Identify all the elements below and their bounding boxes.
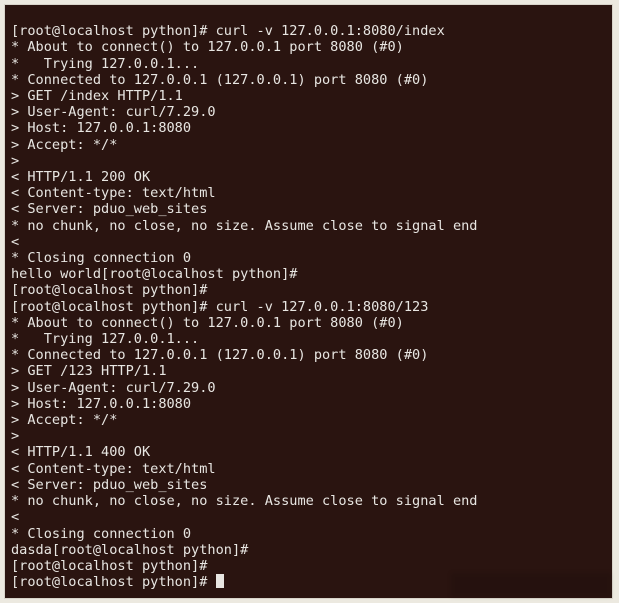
prompt: [root@localhost python]#	[11, 574, 216, 590]
prompt: [root@localhost python]#	[11, 282, 216, 298]
prompt-line: [root@localhost python]# curl -v 127.0.0…	[11, 299, 428, 315]
curl-request: > Host: 127.0.0.1:8080	[11, 120, 191, 136]
prompt: [root@localhost python]#	[101, 266, 306, 282]
command-text: curl -v 127.0.0.1:8080/index	[216, 23, 445, 39]
window-frame: [root@localhost python]# curl -v 127.0.0…	[0, 0, 619, 603]
cursor-block-icon	[216, 574, 224, 588]
curl-output: * no chunk, no close, no size. Assume cl…	[11, 493, 478, 509]
curl-response: < Server: pduo_web_sites	[11, 201, 207, 217]
prompt: [root@localhost python]#	[11, 23, 216, 39]
curl-response: < Content-type: text/html	[11, 185, 216, 201]
response-body-line: dasda[root@localhost python]#	[11, 542, 257, 558]
response-body-line: hello world[root@localhost python]#	[11, 266, 306, 282]
prompt: [root@localhost python]#	[11, 558, 216, 574]
curl-response: < HTTP/1.1 400 OK	[11, 444, 150, 460]
prompt: [root@localhost python]#	[11, 299, 216, 315]
prompt-line: [root@localhost python]# curl -v 127.0.0…	[11, 23, 445, 39]
prompt-line: [root@localhost python]#	[11, 282, 216, 298]
curl-request: > Accept: */*	[11, 137, 117, 153]
curl-output: * About to connect() to 127.0.0.1 port 8…	[11, 315, 404, 331]
prompt-line: [root@localhost python]#	[11, 558, 216, 574]
curl-request: >	[11, 153, 19, 169]
curl-output: * Closing connection 0	[11, 250, 191, 266]
curl-request: > User-Agent: curl/7.29.0	[11, 104, 216, 120]
curl-request: >	[11, 428, 19, 444]
curl-request: > User-Agent: curl/7.29.0	[11, 380, 216, 396]
curl-output: * Closing connection 0	[11, 526, 191, 542]
curl-output: * Trying 127.0.0.1...	[11, 331, 199, 347]
curl-response: <	[11, 509, 19, 525]
prompt-line: [root@localhost python]#	[11, 574, 224, 590]
curl-response: <	[11, 234, 19, 250]
curl-request: > GET /123 HTTP/1.1	[11, 363, 167, 379]
prompt: [root@localhost python]#	[52, 542, 257, 558]
curl-output: * About to connect() to 127.0.0.1 port 8…	[11, 39, 404, 55]
terminal[interactable]: [root@localhost python]# curl -v 127.0.0…	[4, 4, 613, 599]
curl-response: < Server: pduo_web_sites	[11, 477, 207, 493]
curl-output: * no chunk, no close, no size. Assume cl…	[11, 218, 478, 234]
command-text: curl -v 127.0.0.1:8080/123	[216, 299, 429, 315]
curl-output: * Connected to 127.0.0.1 (127.0.0.1) por…	[11, 347, 428, 363]
curl-output: * Trying 127.0.0.1...	[11, 56, 199, 72]
response-body: hello world	[11, 266, 101, 282]
curl-request: > GET /index HTTP/1.1	[11, 88, 183, 104]
curl-response: < HTTP/1.1 200 OK	[11, 169, 150, 185]
curl-response: < Content-type: text/html	[11, 461, 216, 477]
curl-output: * Connected to 127.0.0.1 (127.0.0.1) por…	[11, 72, 428, 88]
response-body: dasda	[11, 542, 52, 558]
curl-request: > Host: 127.0.0.1:8080	[11, 396, 191, 412]
curl-request: > Accept: */*	[11, 412, 117, 428]
